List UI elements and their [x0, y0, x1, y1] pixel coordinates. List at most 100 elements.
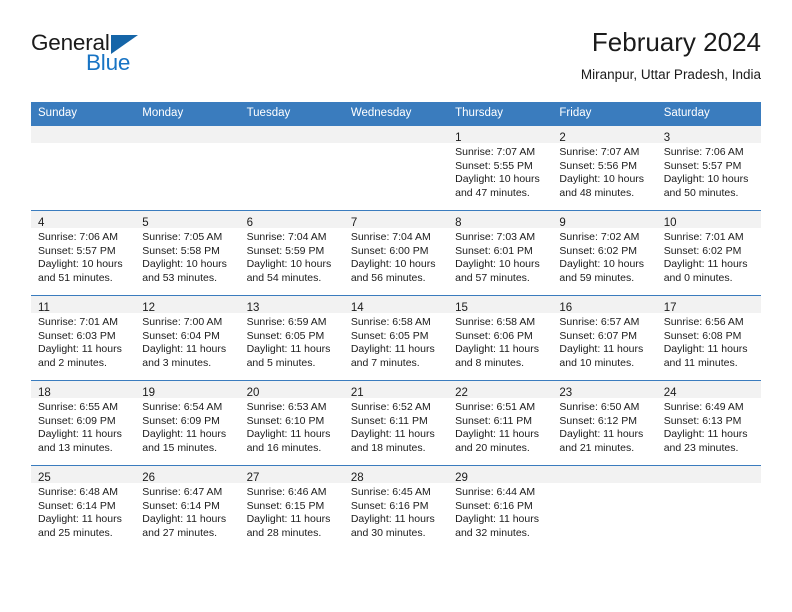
day-number-band — [31, 126, 136, 143]
day-number: 21 — [350, 387, 364, 399]
day-cell-inner: 17 Sunrise: 6:56 AM Sunset: 6:08 PM Dayligh… — [656, 296, 761, 380]
daylight-duration-cont: and 13 minutes. — [38, 441, 113, 454]
sunset-time: Sunset: 6:11 PM — [350, 414, 428, 427]
day-number-band: 18 — [31, 381, 136, 399]
sunrise-time: Sunrise: 6:52 AM — [350, 401, 431, 413]
daylight-duration-cont: and 59 minutes. — [559, 271, 635, 284]
day-number: 28 — [350, 472, 364, 484]
day-detail-lines: Sunrise: 6:56 AM Sunset: 6:08 PM Daylight:… — [657, 313, 761, 370]
calendar-day-cell[interactable]: 1 Sunrise: 7:07 AM Sunset: 5:55 PM Daylight… — [448, 125, 553, 211]
day-detail-lines — [657, 483, 761, 486]
daylight-duration: Daylight: 10 hours — [455, 258, 540, 271]
daylight-duration-cont: and 15 minutes. — [142, 441, 217, 454]
day-detail-lines — [240, 143, 344, 146]
calendar-day-cell[interactable]: 28 Sunrise: 6:45 AM Sunset: 6:16 PM Dayligh… — [343, 465, 449, 550]
day-number-band: 2 — [552, 126, 657, 144]
day-number-band — [239, 126, 344, 143]
calendar-day-cell[interactable]: 16 Sunrise: 6:57 AM Sunset: 6:07 PM Dayligh… — [552, 295, 657, 381]
day-detail-lines: Sunrise: 6:47 AM Sunset: 6:14 PM Daylight:… — [135, 483, 239, 540]
weekday-header-thursday: Thursday — [448, 102, 553, 126]
day-number: 27 — [246, 472, 260, 484]
day-number: 4 — [38, 217, 45, 229]
sunrise-time: Sunrise: 7:04 AM — [246, 231, 327, 243]
daylight-duration: Daylight: 10 hours — [350, 258, 436, 271]
calendar-day-cell[interactable]: 15 Sunrise: 6:58 AM Sunset: 6:06 PM Dayligh… — [448, 295, 553, 381]
day-number: 18 — [38, 387, 51, 399]
day-cell-inner: 2 Sunrise: 7:07 AM Sunset: 5:56 PM Daylight… — [552, 126, 657, 210]
calendar-day-cell[interactable]: 25 Sunrise: 6:48 AM Sunset: 6:14 PM Dayligh… — [31, 465, 136, 550]
sunrise-time: Sunrise: 6:53 AM — [246, 401, 327, 413]
calendar-day-cell[interactable]: 5 Sunrise: 7:05 AM Sunset: 5:58 PM Daylight… — [135, 210, 240, 296]
sunrise-time: Sunrise: 7:03 AM — [455, 231, 536, 243]
calendar-day-cell[interactable]: 2 Sunrise: 7:07 AM Sunset: 5:56 PM Daylight… — [552, 125, 657, 211]
sunrise-time: Sunrise: 6:50 AM — [559, 401, 640, 413]
day-detail-lines: Sunrise: 6:48 AM Sunset: 6:14 PM Daylight:… — [31, 483, 135, 540]
calendar-day-cell[interactable]: 23 Sunrise: 6:50 AM Sunset: 6:12 PM Dayligh… — [552, 380, 657, 466]
daylight-duration-cont: and 50 minutes. — [663, 186, 739, 199]
daylight-duration: Daylight: 11 hours — [663, 428, 748, 441]
daylight-duration-cont: and 27 minutes. — [142, 526, 217, 539]
calendar-day-cell[interactable]: 20 Sunrise: 6:53 AM Sunset: 6:10 PM Dayligh… — [239, 380, 344, 466]
calendar-day-cell[interactable]: 24 Sunrise: 6:49 AM Sunset: 6:13 PM Dayligh… — [656, 380, 761, 466]
sunrise-time: Sunrise: 6:49 AM — [663, 401, 744, 413]
day-cell-inner: 4 Sunrise: 7:06 AM Sunset: 5:57 PM Daylight… — [31, 211, 136, 295]
daylight-duration: Daylight: 10 hours — [559, 173, 645, 186]
calendar-day-cell[interactable]: 11 Sunrise: 7:01 AM Sunset: 6:03 PM Dayligh… — [31, 295, 136, 381]
day-number: 16 — [559, 302, 573, 314]
calendar-day-cell[interactable]: 14 Sunrise: 6:58 AM Sunset: 6:05 PM Dayligh… — [343, 295, 449, 381]
day-number-band: 23 — [552, 381, 657, 399]
calendar-day-cell[interactable]: 13 Sunrise: 6:59 AM Sunset: 6:05 PM Dayligh… — [239, 295, 344, 381]
sunset-time: Sunset: 6:01 PM — [455, 244, 533, 257]
day-detail-lines: Sunrise: 7:00 AM Sunset: 6:04 PM Daylight:… — [135, 313, 239, 370]
calendar-day-cell[interactable]: 3 Sunrise: 7:06 AM Sunset: 5:57 PM Daylight… — [656, 125, 761, 211]
calendar-day-cell[interactable]: 12 Sunrise: 7:00 AM Sunset: 6:04 PM Dayligh… — [135, 295, 240, 381]
calendar-day-cell[interactable]: 26 Sunrise: 6:47 AM Sunset: 6:14 PM Dayligh… — [135, 465, 240, 550]
general-blue-logo[interactable]: General Blue — [31, 26, 181, 74]
day-number-band: 14 — [343, 296, 449, 314]
day-detail-lines — [31, 143, 135, 146]
calendar-day-cell[interactable]: 4 Sunrise: 7:06 AM Sunset: 5:57 PM Daylight… — [31, 210, 136, 296]
sunset-time: Sunset: 6:05 PM — [246, 329, 325, 342]
day-number-band: 9 — [552, 211, 657, 229]
daylight-duration: Daylight: 11 hours — [246, 513, 331, 526]
title-block: February 2024 Miranpur, Uttar Pradesh, I… — [581, 26, 761, 82]
calendar-page: General Blue February 2024 Miranpur, Utt… — [0, 0, 792, 612]
calendar-day-cell[interactable]: 9 Sunrise: 7:02 AM Sunset: 6:02 PM Daylight… — [552, 210, 657, 296]
calendar-day-cell[interactable]: 18 Sunrise: 6:55 AM Sunset: 6:09 PM Dayligh… — [31, 380, 136, 466]
daylight-duration: Daylight: 11 hours — [663, 343, 748, 356]
calendar-day-cell[interactable]: 6 Sunrise: 7:04 AM Sunset: 5:59 PM Daylight… — [239, 210, 344, 296]
day-number: 26 — [142, 472, 156, 484]
calendar-day-cell[interactable]: 29 Sunrise: 6:44 AM Sunset: 6:16 PM Dayligh… — [448, 465, 553, 550]
day-number-band: 11 — [31, 296, 136, 314]
calendar-day-cell[interactable]: 27 Sunrise: 6:46 AM Sunset: 6:15 PM Dayligh… — [239, 465, 344, 550]
calendar-grid: Sunday Monday Tuesday Wednesday Thursday Frid… — [31, 102, 761, 550]
calendar-day-cell[interactable]: 10 Sunrise: 7:01 AM Sunset: 6:02 PM Dayligh… — [656, 210, 761, 296]
calendar-day-cell[interactable]: 19 Sunrise: 6:54 AM Sunset: 6:09 PM Dayligh… — [135, 380, 240, 466]
day-detail-lines — [344, 143, 448, 146]
day-number: 29 — [455, 472, 468, 484]
calendar-day-cell[interactable]: 22 Sunrise: 6:51 AM Sunset: 6:11 PM Dayligh… — [448, 380, 553, 466]
sunset-time: Sunset: 6:09 PM — [38, 414, 116, 427]
calendar-day-cell[interactable]: 8 Sunrise: 7:03 AM Sunset: 6:01 PM Daylight… — [448, 210, 553, 296]
daylight-duration: Daylight: 11 hours — [350, 513, 435, 526]
day-number: 20 — [246, 387, 260, 399]
day-number-band: 20 — [239, 381, 344, 399]
calendar-day-cell[interactable]: 17 Sunrise: 6:56 AM Sunset: 6:08 PM Dayligh… — [656, 295, 761, 381]
logo-text-blue: Blue — [86, 49, 131, 75]
sunset-time: Sunset: 6:09 PM — [142, 414, 220, 427]
calendar-day-cell[interactable]: 21 Sunrise: 6:52 AM Sunset: 6:11 PM Dayligh… — [343, 380, 449, 466]
daylight-duration: Daylight: 10 hours — [663, 173, 749, 186]
day-detail-lines: Sunrise: 6:57 AM Sunset: 6:07 PM Daylight:… — [552, 313, 656, 370]
day-cell-inner: 3 Sunrise: 7:06 AM Sunset: 5:57 PM Daylight… — [656, 126, 761, 210]
day-detail-lines: Sunrise: 7:04 AM Sunset: 5:59 PM Daylight:… — [240, 228, 344, 285]
daylight-duration-cont: and 11 minutes. — [663, 356, 738, 369]
day-number-band: 17 — [656, 296, 761, 314]
sunrise-time: Sunrise: 7:02 AM — [559, 231, 640, 243]
daylight-duration-cont: and 54 minutes. — [246, 271, 322, 284]
day-cell-inner: 28 Sunrise: 6:45 AM Sunset: 6:16 PM Dayligh… — [343, 466, 449, 550]
weekday-header-sunday: Sunday — [31, 102, 136, 126]
day-number: 6 — [246, 217, 253, 229]
calendar-day-cell[interactable]: 7 Sunrise: 7:04 AM Sunset: 6:00 PM Daylight… — [343, 210, 449, 296]
day-number-band — [343, 126, 449, 143]
calendar-week-row: 18 Sunrise: 6:55 AM Sunset: 6:09 PM Dayligh… — [31, 380, 761, 466]
